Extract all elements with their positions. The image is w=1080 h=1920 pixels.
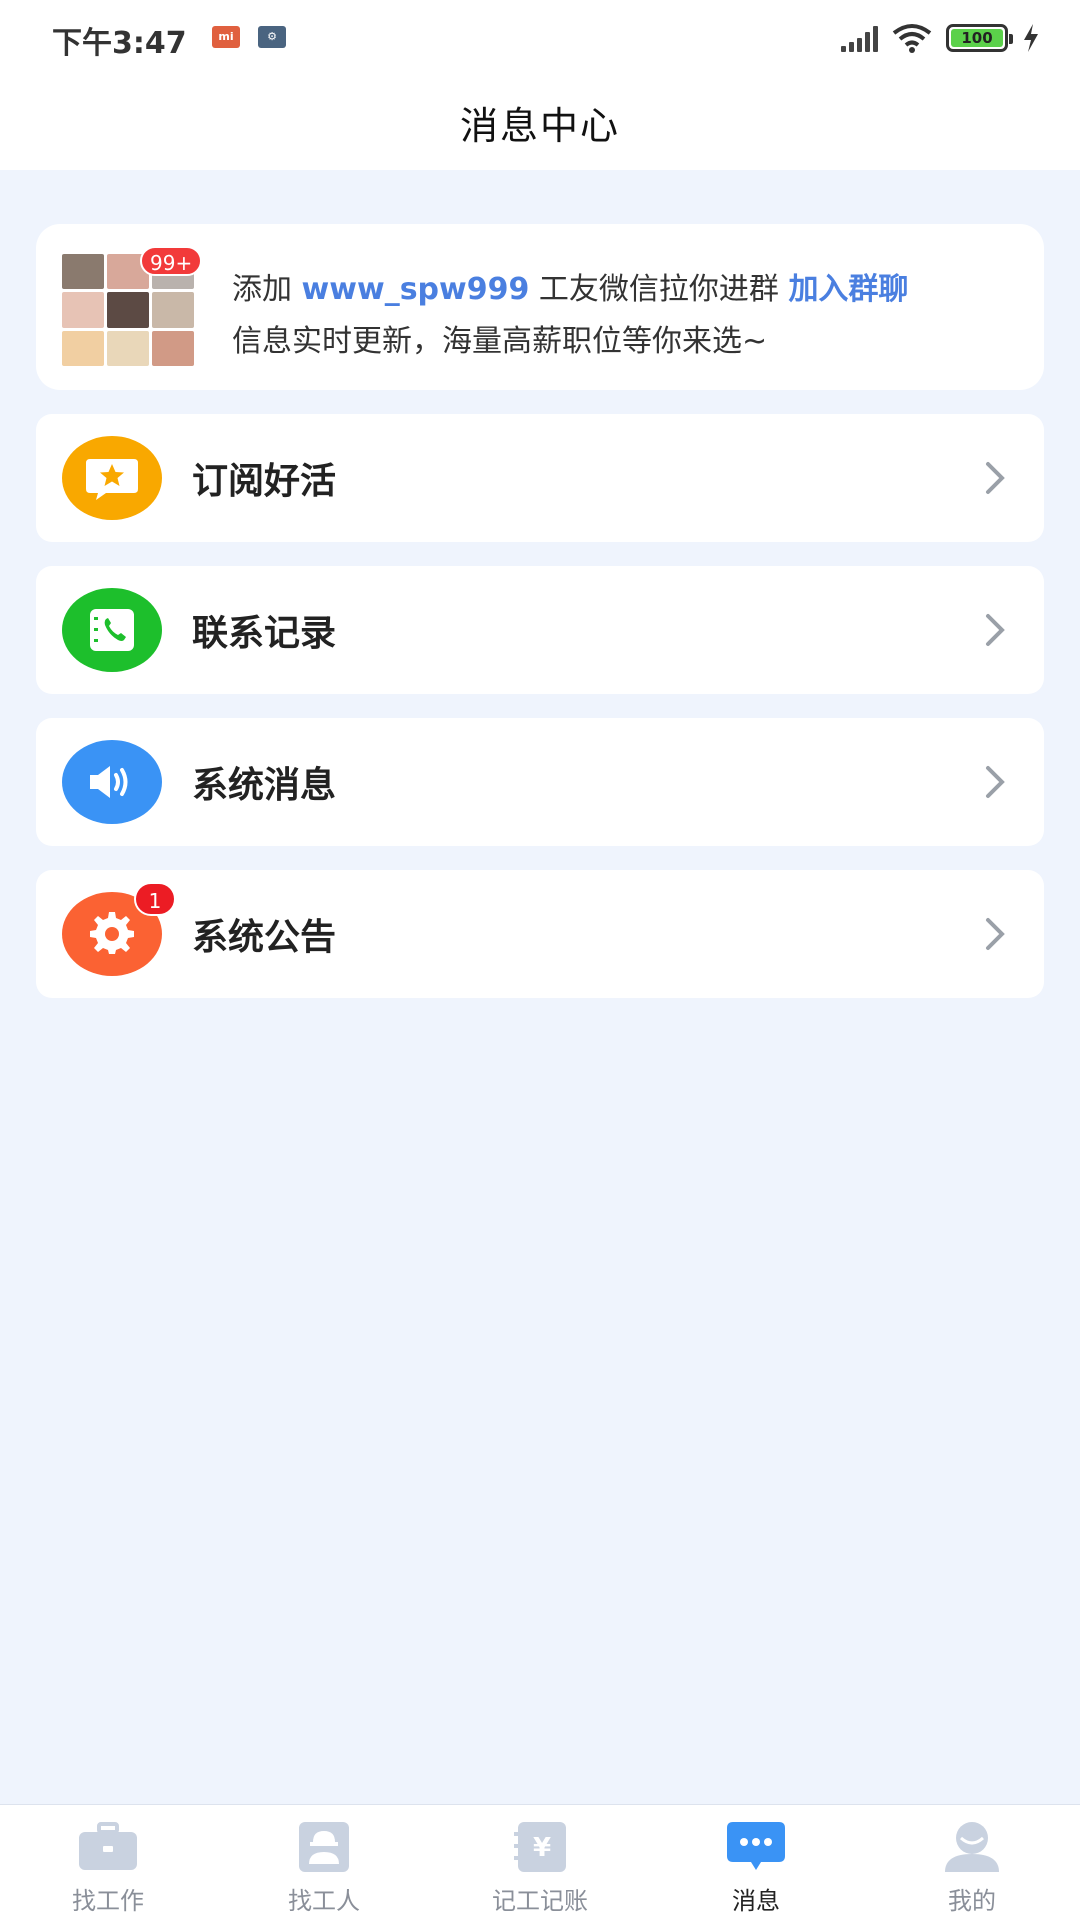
- star-bubble-icon: [62, 436, 162, 520]
- menu-label: 系统公告: [192, 917, 337, 958]
- banner-middle: 工友微信拉你进群: [529, 272, 789, 307]
- battery-icon: 100: [946, 24, 1013, 52]
- menu-item-contact-records[interactable]: 联系记录: [36, 566, 1044, 694]
- menu-label: 系统消息: [192, 765, 337, 806]
- chat-icon: [724, 1819, 788, 1875]
- nav-label: 找工人: [288, 1887, 360, 1915]
- speaker-icon: [62, 740, 162, 824]
- nav-label: 我的: [948, 1887, 996, 1915]
- svg-text:¥: ¥: [533, 1833, 551, 1863]
- page-header: 消息中心: [0, 74, 1080, 170]
- nav-find-job[interactable]: 找工作: [0, 1805, 216, 1920]
- menu-item-subscribe-jobs[interactable]: 订阅好活: [36, 414, 1044, 542]
- bottom-nav: 找工作 找工人 ¥ 记工记账 消息 我的: [0, 1804, 1080, 1920]
- nav-label: 消息: [732, 1887, 780, 1915]
- wifi-icon: [892, 24, 932, 53]
- banner-subtitle: 信息实时更新，海量高薪职位等你来选~: [232, 324, 768, 359]
- group-invite-banner[interactable]: 99+ 添加 www_spw999 工友微信拉你进群 加入群聊 信息实时更新，海…: [36, 224, 1044, 390]
- worker-icon: [292, 1819, 356, 1875]
- nav-label: 记工记账: [492, 1887, 588, 1915]
- charging-icon: [1024, 24, 1038, 52]
- battery-level: 100: [961, 29, 993, 47]
- settings-app-icon: ⚙: [258, 26, 286, 48]
- mi-app-icon: mi: [212, 26, 240, 48]
- briefcase-icon: [76, 1819, 140, 1875]
- chevron-right-icon: [986, 614, 1005, 646]
- nav-find-worker[interactable]: 找工人: [216, 1805, 432, 1920]
- ledger-icon: ¥: [508, 1819, 572, 1875]
- status-time: 下午3:47: [52, 26, 187, 61]
- nav-work-ledger[interactable]: ¥ 记工记账: [432, 1805, 648, 1920]
- join-group-link[interactable]: 加入群聊: [788, 272, 908, 307]
- nav-profile[interactable]: 我的: [864, 1805, 1080, 1920]
- chevron-right-icon: [986, 766, 1005, 798]
- menu-item-system-messages[interactable]: 系统消息: [36, 718, 1044, 846]
- menu-label: 订阅好活: [192, 461, 337, 502]
- banner-invite-text: 添加 www_spw999 工友微信拉你进群 加入群聊: [232, 264, 908, 308]
- menu-item-system-announcements[interactable]: 1 系统公告: [36, 870, 1044, 998]
- wechat-id: www_spw999: [301, 272, 530, 307]
- status-indicators: 100: [841, 20, 1040, 56]
- group-count-badge: 99+: [140, 246, 203, 276]
- notification-badge: 1: [134, 882, 176, 916]
- menu-label: 联系记录: [192, 613, 337, 654]
- chevron-right-icon: [986, 462, 1005, 494]
- chevron-right-icon: [986, 918, 1005, 950]
- signal-icon: [841, 24, 878, 52]
- profile-icon: [940, 1819, 1004, 1875]
- page-title: 消息中心: [459, 103, 620, 148]
- banner-prefix: 添加: [232, 272, 302, 307]
- nav-label: 找工作: [72, 1887, 144, 1915]
- status-bar: 下午3:47 mi ⚙ 100: [0, 0, 1080, 74]
- phone-book-icon: [62, 588, 162, 672]
- nav-messages[interactable]: 消息: [648, 1805, 864, 1920]
